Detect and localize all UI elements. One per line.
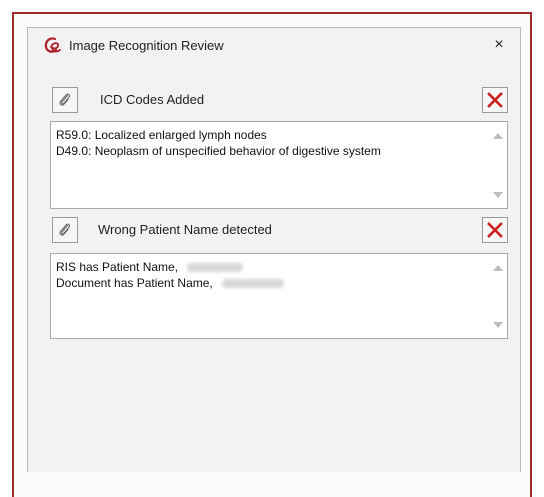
red-x-icon: [487, 222, 503, 238]
red-x-icon: [487, 92, 503, 108]
close-button[interactable]: ×: [490, 36, 508, 54]
logo-icon: [44, 37, 61, 53]
icd-codes-textbox[interactable]: R59.0: Localized enlarged lymph nodes D4…: [50, 121, 508, 209]
paperclip-icon: [59, 93, 71, 106]
dialog-titlebar: Image Recognition Review ×: [28, 28, 520, 62]
attach-button[interactable]: [52, 217, 78, 243]
delete-button[interactable]: [482, 217, 508, 243]
close-icon: ×: [494, 36, 504, 53]
redacted-name: [187, 263, 244, 273]
scroll-up-icon[interactable]: [493, 265, 503, 271]
section-label: ICD Codes Added: [100, 92, 205, 107]
scroll-up-icon[interactable]: [493, 133, 503, 139]
section-header-icd-codes: ICD Codes Added: [52, 87, 508, 113]
list-item: D49.0: Neoplasm of unspecified behavior …: [56, 144, 381, 158]
section-header-wrong-patient-name: Wrong Patient Name detected: [52, 217, 508, 243]
list-item-text: RIS has Patient Name,: [56, 260, 179, 274]
textbox-content: R59.0: Localized enlarged lymph nodes D4…: [56, 127, 483, 159]
textbox-content: RIS has Patient Name, Document has Patie…: [56, 259, 483, 291]
attach-button[interactable]: [52, 87, 78, 113]
section-label: Wrong Patient Name detected: [98, 222, 272, 237]
list-item-text: Document has Patient Name,: [56, 276, 213, 290]
list-item: Document has Patient Name,: [56, 275, 483, 291]
image-recognition-review-dialog: Image Recognition Review × ICD Codes Add…: [27, 27, 521, 472]
paperclip-icon: [59, 223, 71, 236]
patient-name-textbox[interactable]: RIS has Patient Name, Document has Patie…: [50, 253, 508, 339]
vertical-scrollbar[interactable]: [489, 254, 507, 338]
scroll-down-icon[interactable]: [493, 192, 503, 198]
dialog-title: Image Recognition Review: [69, 37, 224, 53]
list-item: RIS has Patient Name,: [56, 259, 483, 275]
redacted-name: [222, 279, 285, 289]
list-item: R59.0: Localized enlarged lymph nodes: [56, 128, 267, 142]
delete-button[interactable]: [482, 87, 508, 113]
vertical-scrollbar[interactable]: [489, 122, 507, 208]
scroll-down-icon[interactable]: [493, 322, 503, 328]
